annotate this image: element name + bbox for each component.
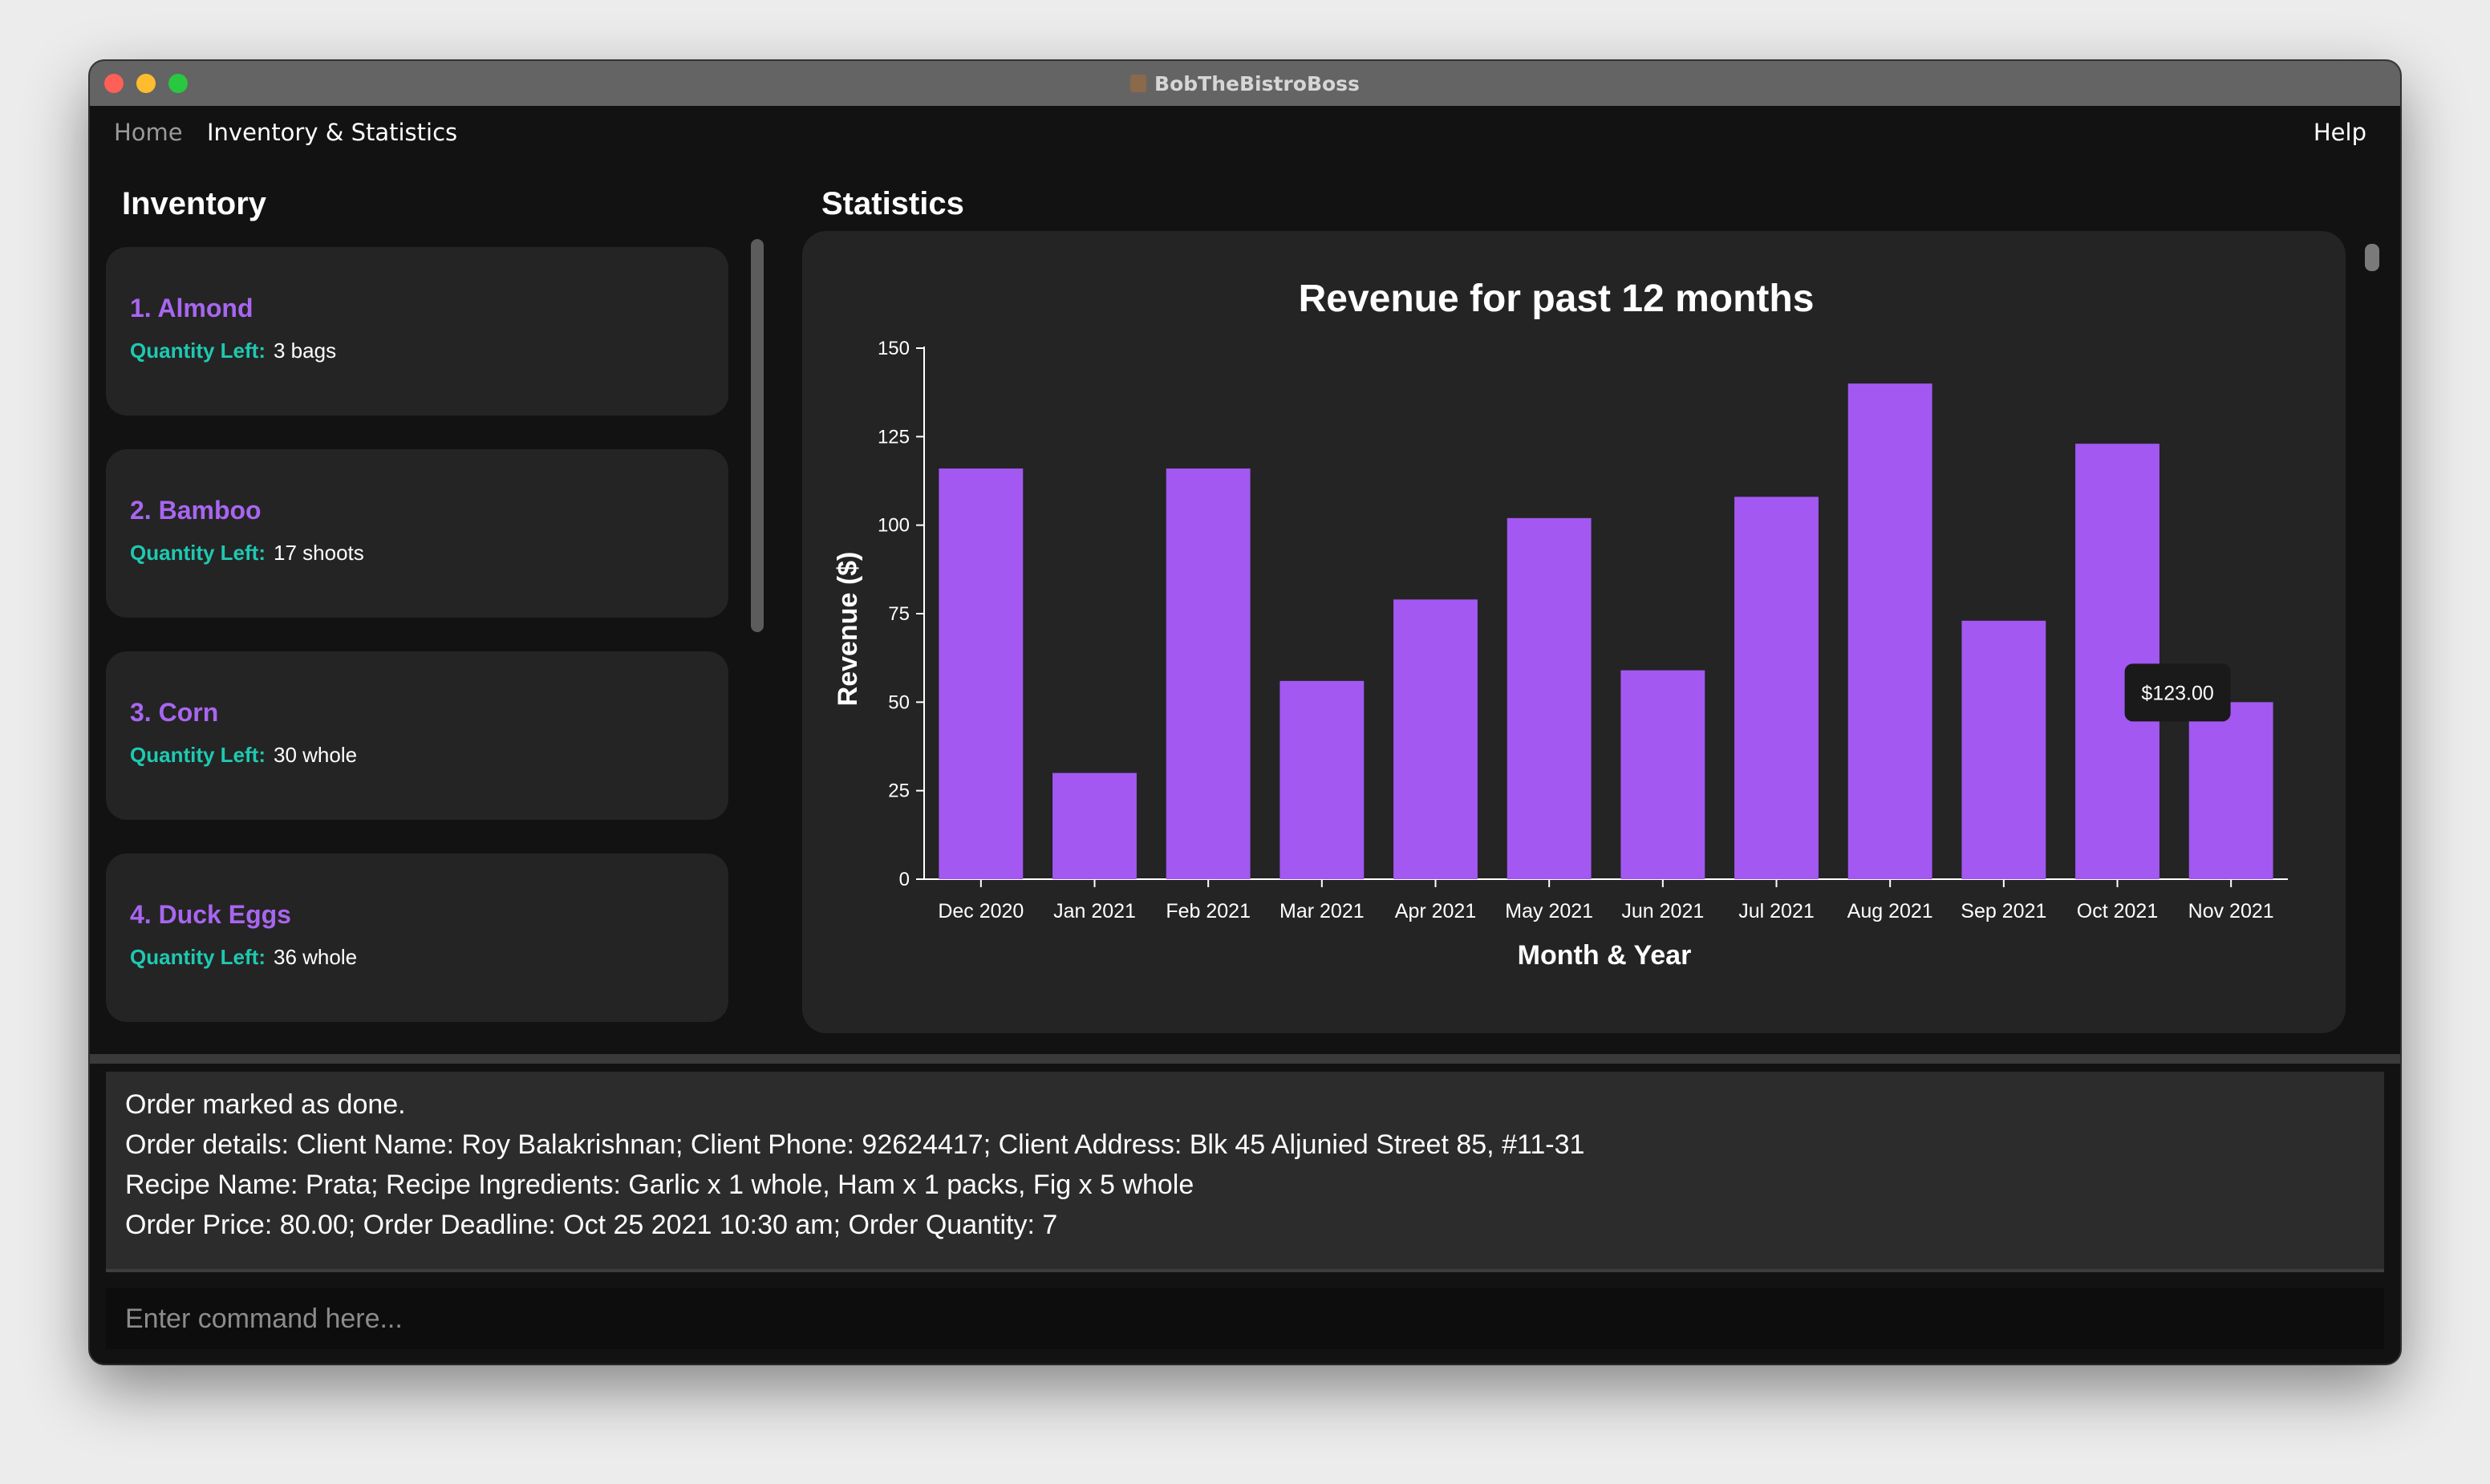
quantity-label: Quantity Left: — [130, 339, 266, 363]
chart-title: Revenue for past 12 months — [1299, 278, 1815, 320]
result-line: Order details: Client Name: Roy Balakris… — [125, 1129, 1585, 1160]
y-tick-label: 25 — [888, 781, 910, 802]
y-axis: 0 25 50 75 100 125 150 — [878, 338, 925, 890]
x-tick-label: Apr 2021 — [1395, 900, 1476, 922]
inventory-item-name: 1. Almond — [130, 294, 253, 322]
inventory-item-quantity: Quantity Left: 30 whole — [130, 743, 357, 768]
inventory-item-name: 2. Bamboo — [130, 496, 262, 525]
window-title: BobTheBistroBoss — [1154, 71, 1360, 95]
result-line: Order Price: 80.00; Order Deadline: Oct … — [125, 1210, 1058, 1240]
bar[interactable] — [1052, 772, 1137, 879]
y-tick-label: 50 — [888, 691, 910, 713]
bar[interactable] — [2188, 702, 2273, 879]
inventory-item-quantity: Quantity Left: 17 shoots — [130, 541, 364, 566]
menu-inventory-statistics[interactable]: Inventory & Statistics — [207, 119, 457, 146]
bar[interactable] — [1961, 620, 2046, 879]
quantity-value: 30 whole — [274, 743, 358, 767]
bars — [939, 383, 2273, 880]
x-tick-label: May 2021 — [1505, 900, 1593, 922]
bar[interactable] — [1507, 517, 1592, 879]
command-input[interactable] — [106, 1288, 2384, 1349]
y-tick-label: 75 — [888, 603, 910, 625]
result-line: Recipe Name: Prata; Recipe Ingredients: … — [125, 1170, 1194, 1200]
window-title-group: BobTheBistroBoss — [1130, 72, 1360, 95]
inventory-item[interactable]: 2. Bamboo Quantity Left: 17 shoots — [106, 449, 728, 618]
bar[interactable] — [939, 468, 1024, 879]
divider — [90, 1054, 2400, 1064]
bar[interactable] — [1166, 468, 1251, 879]
bar-tooltip: $123.00 — [2124, 663, 2231, 722]
inventory-item-name: 4. Duck Eggs — [130, 900, 291, 929]
y-axis-label: Revenue ($) — [833, 552, 863, 707]
bar[interactable] — [1734, 497, 1819, 879]
y-tick-label: 125 — [878, 426, 910, 448]
x-tick-label: Jun 2021 — [1621, 900, 1704, 922]
bar[interactable] — [1847, 383, 1932, 880]
y-tick-label: 100 — [878, 515, 910, 537]
quantity-value: 17 shoots — [274, 541, 364, 565]
x-tick-label: Sep 2021 — [1961, 900, 2046, 922]
app-icon — [1130, 75, 1147, 92]
inventory-item[interactable]: 3. Corn Quantity Left: 30 whole — [106, 651, 728, 820]
x-tick-label: Aug 2021 — [1847, 900, 1933, 922]
x-axis: Dec 2020 Jan 2021 Feb 2021 Mar 2021 Apr 2021… — [924, 878, 2288, 922]
x-tick-label: Jan 2021 — [1053, 900, 1136, 922]
bar[interactable] — [2075, 444, 2159, 879]
bar[interactable] — [1393, 599, 1478, 879]
y-tick-label: 150 — [878, 338, 910, 359]
inventory-item[interactable]: 1. Almond Quantity Left: 3 bags — [106, 247, 728, 416]
quantity-value: 36 whole — [274, 945, 358, 969]
quantity-label: Quantity Left: — [130, 743, 266, 767]
x-tick-label: Mar 2021 — [1279, 900, 1365, 922]
inventory-item[interactable]: 4. Duck Eggs Quantity Left: 36 whole — [106, 854, 728, 1022]
x-tick-label: Oct 2021 — [2077, 900, 2158, 922]
inventory-scrollbar[interactable] — [751, 239, 764, 632]
quantity-label: Quantity Left: — [130, 541, 266, 565]
result-line: Order marked as done. — [125, 1089, 406, 1120]
x-tick-label: Jul 2021 — [1738, 900, 1815, 922]
statistics-title: Statistics — [821, 186, 964, 221]
bar[interactable] — [1279, 680, 1365, 879]
minimize-window-button[interactable] — [136, 74, 156, 93]
maximize-window-button[interactable] — [168, 74, 188, 93]
result-display: Order marked as done. Order details: Cli… — [106, 1072, 2384, 1272]
x-tick-label: Feb 2021 — [1166, 900, 1251, 922]
window-controls — [104, 74, 188, 93]
quantity-value: 3 bags — [274, 339, 337, 363]
inventory-item-quantity: Quantity Left: 36 whole — [130, 945, 357, 970]
x-axis-label: Month & Year — [1518, 940, 1692, 971]
quantity-label: Quantity Left: — [130, 945, 266, 969]
statistics-scrollbar[interactable] — [2365, 244, 2379, 271]
inventory-item-name: 3. Corn — [130, 698, 219, 727]
bar[interactable] — [1620, 670, 1705, 879]
close-window-button[interactable] — [104, 74, 124, 93]
menu-home[interactable]: Home — [114, 119, 183, 146]
title-bar: BobTheBistroBoss — [90, 61, 2400, 106]
x-tick-label: Dec 2020 — [938, 900, 1024, 922]
revenue-chart: Revenue for past 12 months Revenue ($) M… — [833, 278, 2288, 971]
inventory-item-quantity: Quantity Left: 3 bags — [130, 339, 336, 363]
y-tick-label: 0 — [899, 869, 910, 890]
menu-help[interactable]: Help — [2314, 119, 2366, 146]
statistics-panel: Revenue for past 12 months Revenue ($) M… — [802, 231, 2346, 1033]
app-window: BobTheBistroBoss Home Inventory & Statis… — [90, 61, 2400, 1364]
menu-bar: Home Inventory & Statistics Help — [90, 106, 2400, 157]
tooltip-text: $123.00 — [2141, 682, 2213, 704]
x-tick-label: Nov 2021 — [2188, 900, 2274, 922]
inventory-title: Inventory — [122, 186, 267, 221]
